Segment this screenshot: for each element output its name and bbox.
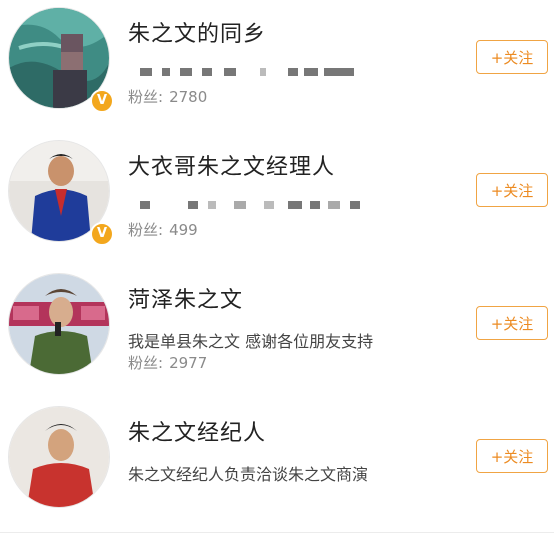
- user-description: 朱之文经纪人负责洽谈朱之文商演: [128, 465, 369, 484]
- avatar[interactable]: [8, 273, 112, 377]
- avatar[interactable]: V: [8, 140, 114, 246]
- user-description: 我是单县朱之文 感谢各位朋友支持: [128, 332, 374, 351]
- fans-count: 粉丝: 2977: [128, 354, 208, 372]
- avatar[interactable]: [8, 406, 112, 510]
- verified-badge-icon: V: [90, 222, 114, 246]
- fans-count: 粉丝: 2780: [128, 88, 208, 106]
- fans-count: 粉丝: 499: [128, 221, 198, 239]
- follow-button[interactable]: +关注: [476, 439, 548, 473]
- user-name[interactable]: 大衣哥朱之文经理人: [128, 149, 335, 181]
- follow-button[interactable]: +关注: [476, 306, 548, 340]
- avatar[interactable]: V: [8, 7, 114, 113]
- list-item[interactable]: 朱之文经纪人 朱之文经纪人负责洽谈朱之文商演 +关注: [0, 399, 554, 533]
- blurred-description: [128, 64, 378, 80]
- list-item[interactable]: V 大衣哥朱之文经理人 粉丝: 499 +关注: [0, 133, 554, 267]
- user-name[interactable]: 朱之文经纪人: [128, 415, 266, 447]
- blurred-description: [128, 197, 378, 213]
- user-name[interactable]: 菏泽朱之文: [128, 282, 243, 314]
- user-name[interactable]: 朱之文的同乡: [128, 16, 266, 48]
- verified-badge-icon: V: [90, 89, 114, 113]
- list-item[interactable]: V 朱之文的同乡 粉丝: 2780 +关注: [0, 0, 554, 134]
- follow-button[interactable]: +关注: [476, 173, 548, 207]
- follow-button[interactable]: +关注: [476, 40, 548, 74]
- list-item[interactable]: 菏泽朱之文 我是单县朱之文 感谢各位朋友支持 粉丝: 2977 +关注: [0, 266, 554, 400]
